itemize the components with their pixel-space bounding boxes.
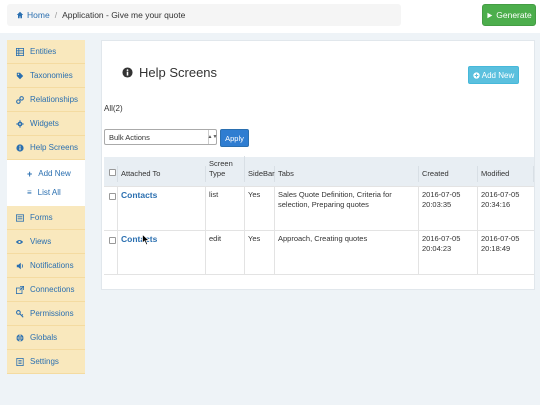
- sidebar-item-label: Permissions: [30, 309, 74, 318]
- column-header[interactable]: Screen Type: [206, 156, 245, 182]
- column-header[interactable]: SideBar: [245, 166, 275, 182]
- select-arrows-icon: ▲▼: [208, 130, 217, 144]
- sidebar-subitem-label: Add New: [38, 169, 71, 178]
- info-icon: [15, 143, 24, 152]
- globe-icon: [15, 333, 24, 342]
- eye-icon: [15, 237, 24, 246]
- created-cell: 2016-07-05 20:03:35: [419, 187, 478, 230]
- sidebar-submenu: + Add New ≡ List All: [7, 160, 85, 206]
- row-checkbox-cell: [104, 187, 118, 230]
- breadcrumb: Home / Application - Give me your quote: [7, 4, 401, 26]
- sidebar-subitem-label: List All: [37, 188, 61, 197]
- attached-link[interactable]: Contacts: [121, 234, 157, 244]
- column-header[interactable]: Attached To: [118, 166, 206, 182]
- sidebar-item-globals[interactable]: Globals: [7, 326, 85, 350]
- sidebar-subitem-add-new[interactable]: + Add New: [7, 164, 85, 183]
- row-checkbox-cell: [104, 231, 118, 274]
- breadcrumb-current: Application - Give me your quote: [62, 10, 186, 20]
- info-icon: [122, 67, 133, 78]
- sidebar-item-label: Notifications: [30, 261, 74, 270]
- sidebar-item-label: Entities: [30, 47, 57, 56]
- sidebar-item-views[interactable]: Views: [7, 230, 85, 254]
- row-checkbox[interactable]: [109, 237, 116, 244]
- sidebar-item-label: Help Screens: [30, 143, 79, 152]
- apply-button[interactable]: Apply: [220, 129, 249, 147]
- column-header[interactable]: Modified: [478, 166, 534, 182]
- sidebar: Entities Taxonomies Relationships Widget…: [7, 40, 85, 392]
- plus-icon: +: [27, 168, 33, 179]
- breadcrumb-home-label: Home: [27, 10, 50, 20]
- column-header[interactable]: Tabs: [275, 166, 419, 182]
- link-icon: [15, 95, 24, 104]
- tabs-cell: Sales Quote Definition, Criteria for sel…: [275, 187, 419, 230]
- tag-icon: [15, 71, 24, 80]
- generate-button[interactable]: Generate: [482, 4, 536, 26]
- bulk-actions-select[interactable]: Bulk Actions ▲▼: [104, 129, 217, 145]
- sidebar-item-forms[interactable]: Forms: [7, 206, 85, 230]
- table-row: Contacts edit Yes Approach, Creating quo…: [104, 231, 534, 275]
- list-icon: ≡: [27, 188, 32, 197]
- page-title: Help Screens: [122, 65, 217, 80]
- attached-cell: Contacts: [118, 231, 206, 274]
- header-checkbox-cell: [104, 166, 118, 182]
- breadcrumb-separator: /: [54, 10, 58, 20]
- sidebar-item-settings[interactable]: Settings: [7, 350, 85, 374]
- attached-cell: Contacts: [118, 187, 206, 230]
- sidebar-item-label: Views: [30, 237, 52, 246]
- sidebar-item-label: Settings: [30, 357, 59, 366]
- sidebar-item-label: Relationships: [30, 95, 79, 104]
- filter-all-link[interactable]: All(2): [104, 104, 123, 113]
- form-icon: [15, 213, 24, 222]
- external-link-icon: [15, 285, 24, 294]
- sidebar-item-connections[interactable]: Connections: [7, 278, 85, 302]
- help-screens-table: Attached To Screen Type SideBar Tabs Cre…: [104, 156, 534, 275]
- modified-cell: 2016-07-05 20:18:49: [481, 234, 520, 253]
- table-icon: [15, 47, 24, 56]
- tabs-cell: Approach, Creating quotes: [275, 231, 419, 274]
- key-icon: [15, 309, 24, 318]
- volume-icon: [15, 261, 24, 270]
- sidebar-subitem-list-all[interactable]: ≡ List All: [7, 183, 85, 202]
- sidebar-cell: Yes: [245, 187, 275, 230]
- top-bar: Home / Application - Give me your quote …: [0, 0, 540, 33]
- sidebar-item-notifications[interactable]: Notifications: [7, 254, 85, 278]
- screen-type-cell: list: [206, 187, 245, 230]
- add-new-label: Add New: [481, 70, 515, 80]
- main-panel: Help Screens Add New All(2) Bulk Actions…: [101, 40, 535, 290]
- page-title-text: Help Screens: [139, 65, 218, 80]
- select-all-checkbox[interactable]: [109, 169, 116, 176]
- created-cell: 2016-07-05 20:04:23: [419, 231, 478, 274]
- sidebar-cell: Yes: [245, 231, 275, 274]
- generate-label: Generate: [496, 10, 532, 20]
- home-icon: [16, 11, 24, 19]
- play-icon: [487, 12, 493, 18]
- sidebar-item-label: Widgets: [30, 119, 59, 128]
- sidebar-item-entities[interactable]: Entities: [7, 40, 85, 64]
- sidebar-item-relationships[interactable]: Relationships: [7, 88, 85, 112]
- sidebar-item-label: Taxonomies: [30, 71, 73, 80]
- sidebar-item-permissions[interactable]: Permissions: [7, 302, 85, 326]
- sidebar-item-taxonomies[interactable]: Taxonomies: [7, 64, 85, 88]
- row-checkbox[interactable]: [109, 193, 116, 200]
- gear-icon: [15, 119, 24, 128]
- settings-icon: [15, 357, 24, 366]
- sidebar-item-widgets[interactable]: Widgets: [7, 112, 85, 136]
- column-header[interactable]: Created: [419, 166, 478, 182]
- table-header: Attached To Screen Type SideBar Tabs Cre…: [104, 156, 534, 187]
- sidebar-item-label: Connections: [30, 285, 75, 294]
- table-row: Contacts list Yes Sales Quote Definition…: [104, 187, 534, 231]
- modified-cell: 2016-07-05 20:34:16: [481, 190, 520, 209]
- screen-type-cell: edit: [206, 231, 245, 274]
- breadcrumb-home[interactable]: Home: [16, 10, 50, 20]
- sidebar-item-help-screens[interactable]: Help Screens: [7, 136, 85, 160]
- add-new-button[interactable]: Add New: [468, 66, 519, 84]
- sidebar-item-label: Globals: [30, 333, 58, 342]
- plus-circle-icon: [473, 71, 480, 79]
- bulk-actions-value: Bulk Actions: [109, 132, 150, 142]
- attached-link[interactable]: Contacts: [121, 190, 157, 200]
- sidebar-item-label: Forms: [30, 213, 53, 222]
